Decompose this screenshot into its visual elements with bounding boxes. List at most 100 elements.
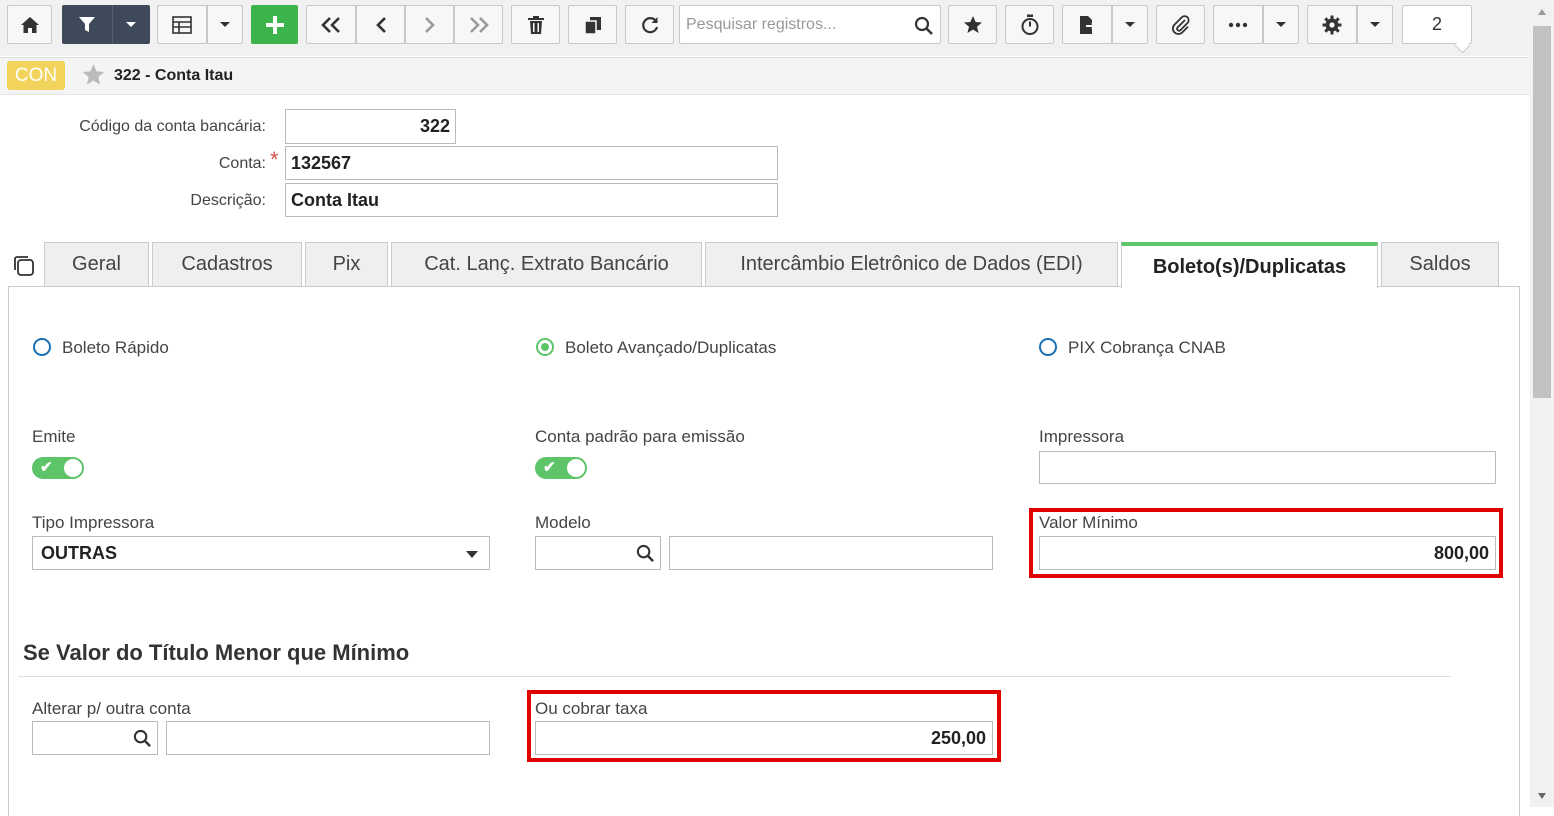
descricao-field[interactable]: Conta Itau <box>285 183 778 217</box>
alterar-conta-label: Alterar p/ outra conta <box>32 699 191 718</box>
impressora-field[interactable] <box>1039 451 1496 484</box>
tab-boletos-duplicatas[interactable]: Boleto(s)/Duplicatas <box>1121 242 1378 288</box>
search-icon[interactable] <box>133 729 152 748</box>
plus-icon <box>265 15 284 34</box>
timer-button[interactable] <box>1005 5 1054 44</box>
tab-edi[interactable]: Intercâmbio Eletrônico de Dados (EDI) <box>705 242 1118 286</box>
last-icon <box>469 16 489 33</box>
favorite-button[interactable] <box>948 5 997 44</box>
radio-pix-cobranca-label: PIX Cobrança CNAB <box>1068 338 1226 357</box>
grid-icon <box>172 15 192 34</box>
page-title: 322 - Conta Itau <box>114 67 234 84</box>
tipo-impressora-value: OUTRAS <box>41 543 117 563</box>
grid-view-button[interactable] <box>157 5 207 44</box>
module-badge: CON <box>7 61 65 90</box>
star-icon[interactable] <box>81 63 106 87</box>
chevron-down-icon <box>220 21 230 27</box>
add-button[interactable] <box>251 5 298 44</box>
conta-label: Conta: <box>218 155 266 172</box>
descricao-label: Descrição: <box>190 192 266 209</box>
search-input[interactable] <box>684 14 908 36</box>
tipo-impressora-label: Tipo Impressora <box>32 513 155 532</box>
tab-geral[interactable]: Geral <box>44 242 149 286</box>
radio-boleto-rapido[interactable] <box>33 338 51 356</box>
radio-boleto-avancado[interactable] <box>536 338 554 356</box>
section-title: Se Valor do Título Menor que Mínimo <box>23 640 410 665</box>
section-divider <box>18 676 1451 677</box>
alterar-conta-description-field[interactable] <box>166 721 490 755</box>
trash-icon <box>527 15 544 34</box>
tab-saldos[interactable]: Saldos <box>1381 242 1499 286</box>
emite-label: Emite <box>32 427 76 446</box>
settings-dropdown-button[interactable] <box>1357 5 1393 44</box>
tab-cat-lanc-extrato[interactable]: Cat. Lanç. Extrato Bancário <box>391 242 702 286</box>
emite-toggle[interactable]: ✔ <box>32 457 84 479</box>
search-icon[interactable] <box>914 16 934 36</box>
chevron-down-icon <box>1276 21 1286 27</box>
more-icon <box>1228 22 1248 27</box>
toolbar: 2 <box>0 0 1554 56</box>
conta-padrao-toggle[interactable]: ✔ <box>535 457 587 479</box>
conta-padrao-label: Conta padrão para emissão <box>535 427 745 446</box>
valor-minimo-label: Valor Mínimo <box>1039 513 1138 532</box>
alterar-conta-code-field[interactable] <box>32 721 158 755</box>
export-button[interactable] <box>1062 5 1112 44</box>
modelo-description-field[interactable] <box>669 536 993 570</box>
refresh-button[interactable] <box>625 5 674 44</box>
chevron-down-icon <box>466 551 478 558</box>
scroll-down-arrow-icon[interactable] <box>1537 792 1547 800</box>
search-box <box>679 5 941 44</box>
last-record-button[interactable] <box>454 5 503 44</box>
toggle-knob <box>567 459 585 477</box>
tipo-impressora-select[interactable]: OUTRAS <box>32 536 490 570</box>
filter-dropdown-button[interactable] <box>112 5 150 44</box>
radio-boleto-rapido-label: Boleto Rápido <box>62 338 169 357</box>
radio-boleto-avancado-label: Boleto Avançado/Duplicatas <box>565 338 777 357</box>
codigo-field[interactable]: 322 <box>285 109 456 144</box>
prev-record-button[interactable] <box>356 5 405 44</box>
breadcrumb: CON 322 - Conta Itau <box>0 57 1530 95</box>
attachment-button[interactable] <box>1156 5 1205 44</box>
filter-button[interactable] <box>62 5 112 44</box>
star-icon <box>963 15 982 33</box>
conta-field[interactable]: 132567 <box>285 146 778 180</box>
search-icon[interactable] <box>636 544 655 563</box>
filter-icon <box>79 16 95 32</box>
home-icon <box>20 16 39 33</box>
gear-icon <box>1322 15 1342 34</box>
duplicate-button[interactable] <box>568 5 617 44</box>
export-dropdown-button[interactable] <box>1112 5 1148 44</box>
more-dropdown-button[interactable] <box>1263 5 1299 44</box>
first-record-button[interactable] <box>306 5 356 44</box>
radio-pix-cobranca[interactable] <box>1039 338 1057 356</box>
chevron-down-icon <box>126 21 136 27</box>
cobrar-taxa-value: 250,00 <box>930 728 986 748</box>
impressora-label: Impressora <box>1039 427 1125 446</box>
duplicate-tab-icon[interactable] <box>12 254 36 278</box>
timer-icon <box>1021 14 1038 35</box>
valor-minimo-field[interactable]: 800,00 <box>1039 536 1496 570</box>
scroll-up-arrow-icon[interactable] <box>1537 8 1547 16</box>
valor-minimo-value: 800,00 <box>1433 543 1489 563</box>
tab-cadastros[interactable]: Cadastros <box>152 242 302 286</box>
tab-pix[interactable]: Pix <box>305 242 388 286</box>
codigo-label: Código da conta bancária: <box>79 118 266 135</box>
check-icon: ✔ <box>543 459 556 476</box>
check-icon: ✔ <box>40 459 53 476</box>
grid-dropdown-button[interactable] <box>207 5 243 44</box>
modelo-label: Modelo <box>535 513 591 532</box>
delete-button[interactable] <box>511 5 560 44</box>
refresh-icon <box>641 16 658 33</box>
modelo-code-field[interactable] <box>535 536 661 570</box>
settings-button[interactable] <box>1307 5 1357 44</box>
next-record-button[interactable] <box>405 5 454 44</box>
cobrar-taxa-field[interactable]: 250,00 <box>535 721 993 755</box>
more-button[interactable] <box>1213 5 1263 44</box>
next-icon <box>424 16 435 33</box>
export-icon <box>1080 15 1097 34</box>
chevron-down-icon <box>1370 21 1380 27</box>
scrollbar-thumb[interactable] <box>1533 26 1551 398</box>
toggle-knob <box>64 459 82 477</box>
home-button[interactable] <box>7 5 52 44</box>
paperclip-icon <box>1171 14 1190 35</box>
